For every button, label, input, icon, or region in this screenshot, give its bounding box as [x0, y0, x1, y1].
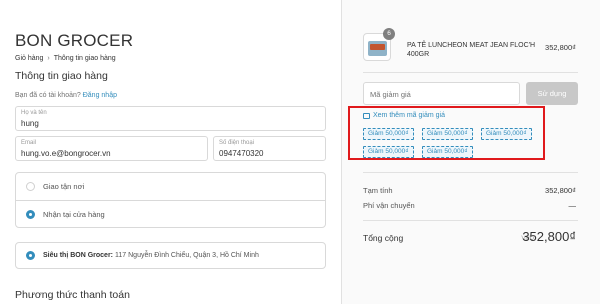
product-name: PA TÊ LUNCHEON MEAT JEAN FLOC'H 400GR	[407, 42, 536, 58]
login-prompt-text: Bạn đã có tài khoản?	[15, 92, 81, 99]
order-summary-panel: 6 PA TÊ LUNCHEON MEAT JEAN FLOC'H 400GR …	[341, 0, 600, 304]
total-value: 352,800₫	[522, 229, 576, 244]
breadcrumb: Giỏ hàng › Thông tin giao hàng	[15, 55, 116, 62]
breadcrumb-cart[interactable]: Giỏ hàng	[15, 55, 43, 62]
delivery-option-label: Giao tận nơi	[43, 182, 85, 191]
delivery-option-home[interactable]: Giao tận nơi	[16, 173, 325, 200]
delivery-option-pickup[interactable]: Nhận tại cửa hàng	[16, 200, 325, 227]
email-field[interactable]: Email hung.vo.e@bongrocer.vn	[15, 136, 208, 161]
payment-section-title: Phương thức thanh toán	[15, 289, 130, 301]
product-price: 352,800₫	[545, 43, 576, 52]
divider	[363, 72, 578, 73]
product-thumbnail: 6	[363, 28, 395, 61]
subtotal-value: 352,800₫	[545, 186, 576, 195]
subtotal-label: Tạm tính	[363, 186, 393, 195]
login-prompt: Bạn đã có tài khoản? Đăng nhập	[15, 92, 117, 99]
phone-field[interactable]: Số điện thoại 0947470320	[213, 136, 326, 161]
radio-checked-icon[interactable]	[26, 251, 35, 260]
delivery-method-group: Giao tận nơi Nhận tại cửa hàng	[15, 172, 326, 228]
shipping-section-title: Thông tin giao hàng	[15, 70, 108, 82]
name-field-label: Họ và tên	[21, 110, 47, 116]
checkout-form-panel: BON GROCER Giỏ hàng › Thông tin giao hàn…	[0, 0, 341, 304]
coupon-input[interactable]: Mã giảm giá	[363, 82, 520, 105]
phone-field-value[interactable]: 0947470320	[219, 148, 320, 159]
breadcrumb-separator: ›	[47, 55, 50, 62]
name-field[interactable]: Họ và tên hung	[15, 106, 326, 131]
login-link[interactable]: Đăng nhập	[83, 92, 117, 99]
breadcrumb-current: Thông tin giao hàng	[53, 55, 116, 62]
store-address: 117 Nguyễn Đình Chiểu, Quận 3, Hồ Chí Mi…	[115, 252, 259, 259]
brand-title[interactable]: BON GROCER	[15, 31, 133, 51]
email-field-value[interactable]: hung.vo.e@bongrocer.vn	[21, 148, 202, 159]
shipping-fee-label: Phí vận chuyển	[363, 201, 415, 210]
radio-unchecked-icon[interactable]	[26, 182, 35, 191]
name-field-value[interactable]: hung	[21, 118, 320, 129]
email-field-label: Email	[21, 140, 37, 146]
product-can-image	[368, 41, 387, 56]
apply-coupon-button[interactable]: Sử dụng	[526, 82, 578, 105]
quantity-badge: 6	[383, 28, 395, 40]
divider	[363, 220, 578, 221]
total-label: Tổng cộng	[363, 233, 404, 243]
store-pickup-option[interactable]: Siêu thị BON Grocer: 117 Nguyễn Đình Chi…	[15, 242, 326, 269]
phone-field-label: Số điện thoại	[219, 140, 255, 146]
store-name: Siêu thị BON Grocer:	[43, 252, 114, 259]
delivery-option-label: Nhận tại cửa hàng	[43, 209, 105, 219]
divider	[363, 172, 578, 173]
coupon-highlight-box	[348, 106, 545, 160]
shipping-fee-value: —	[568, 201, 577, 210]
radio-checked-icon[interactable]	[26, 209, 35, 219]
